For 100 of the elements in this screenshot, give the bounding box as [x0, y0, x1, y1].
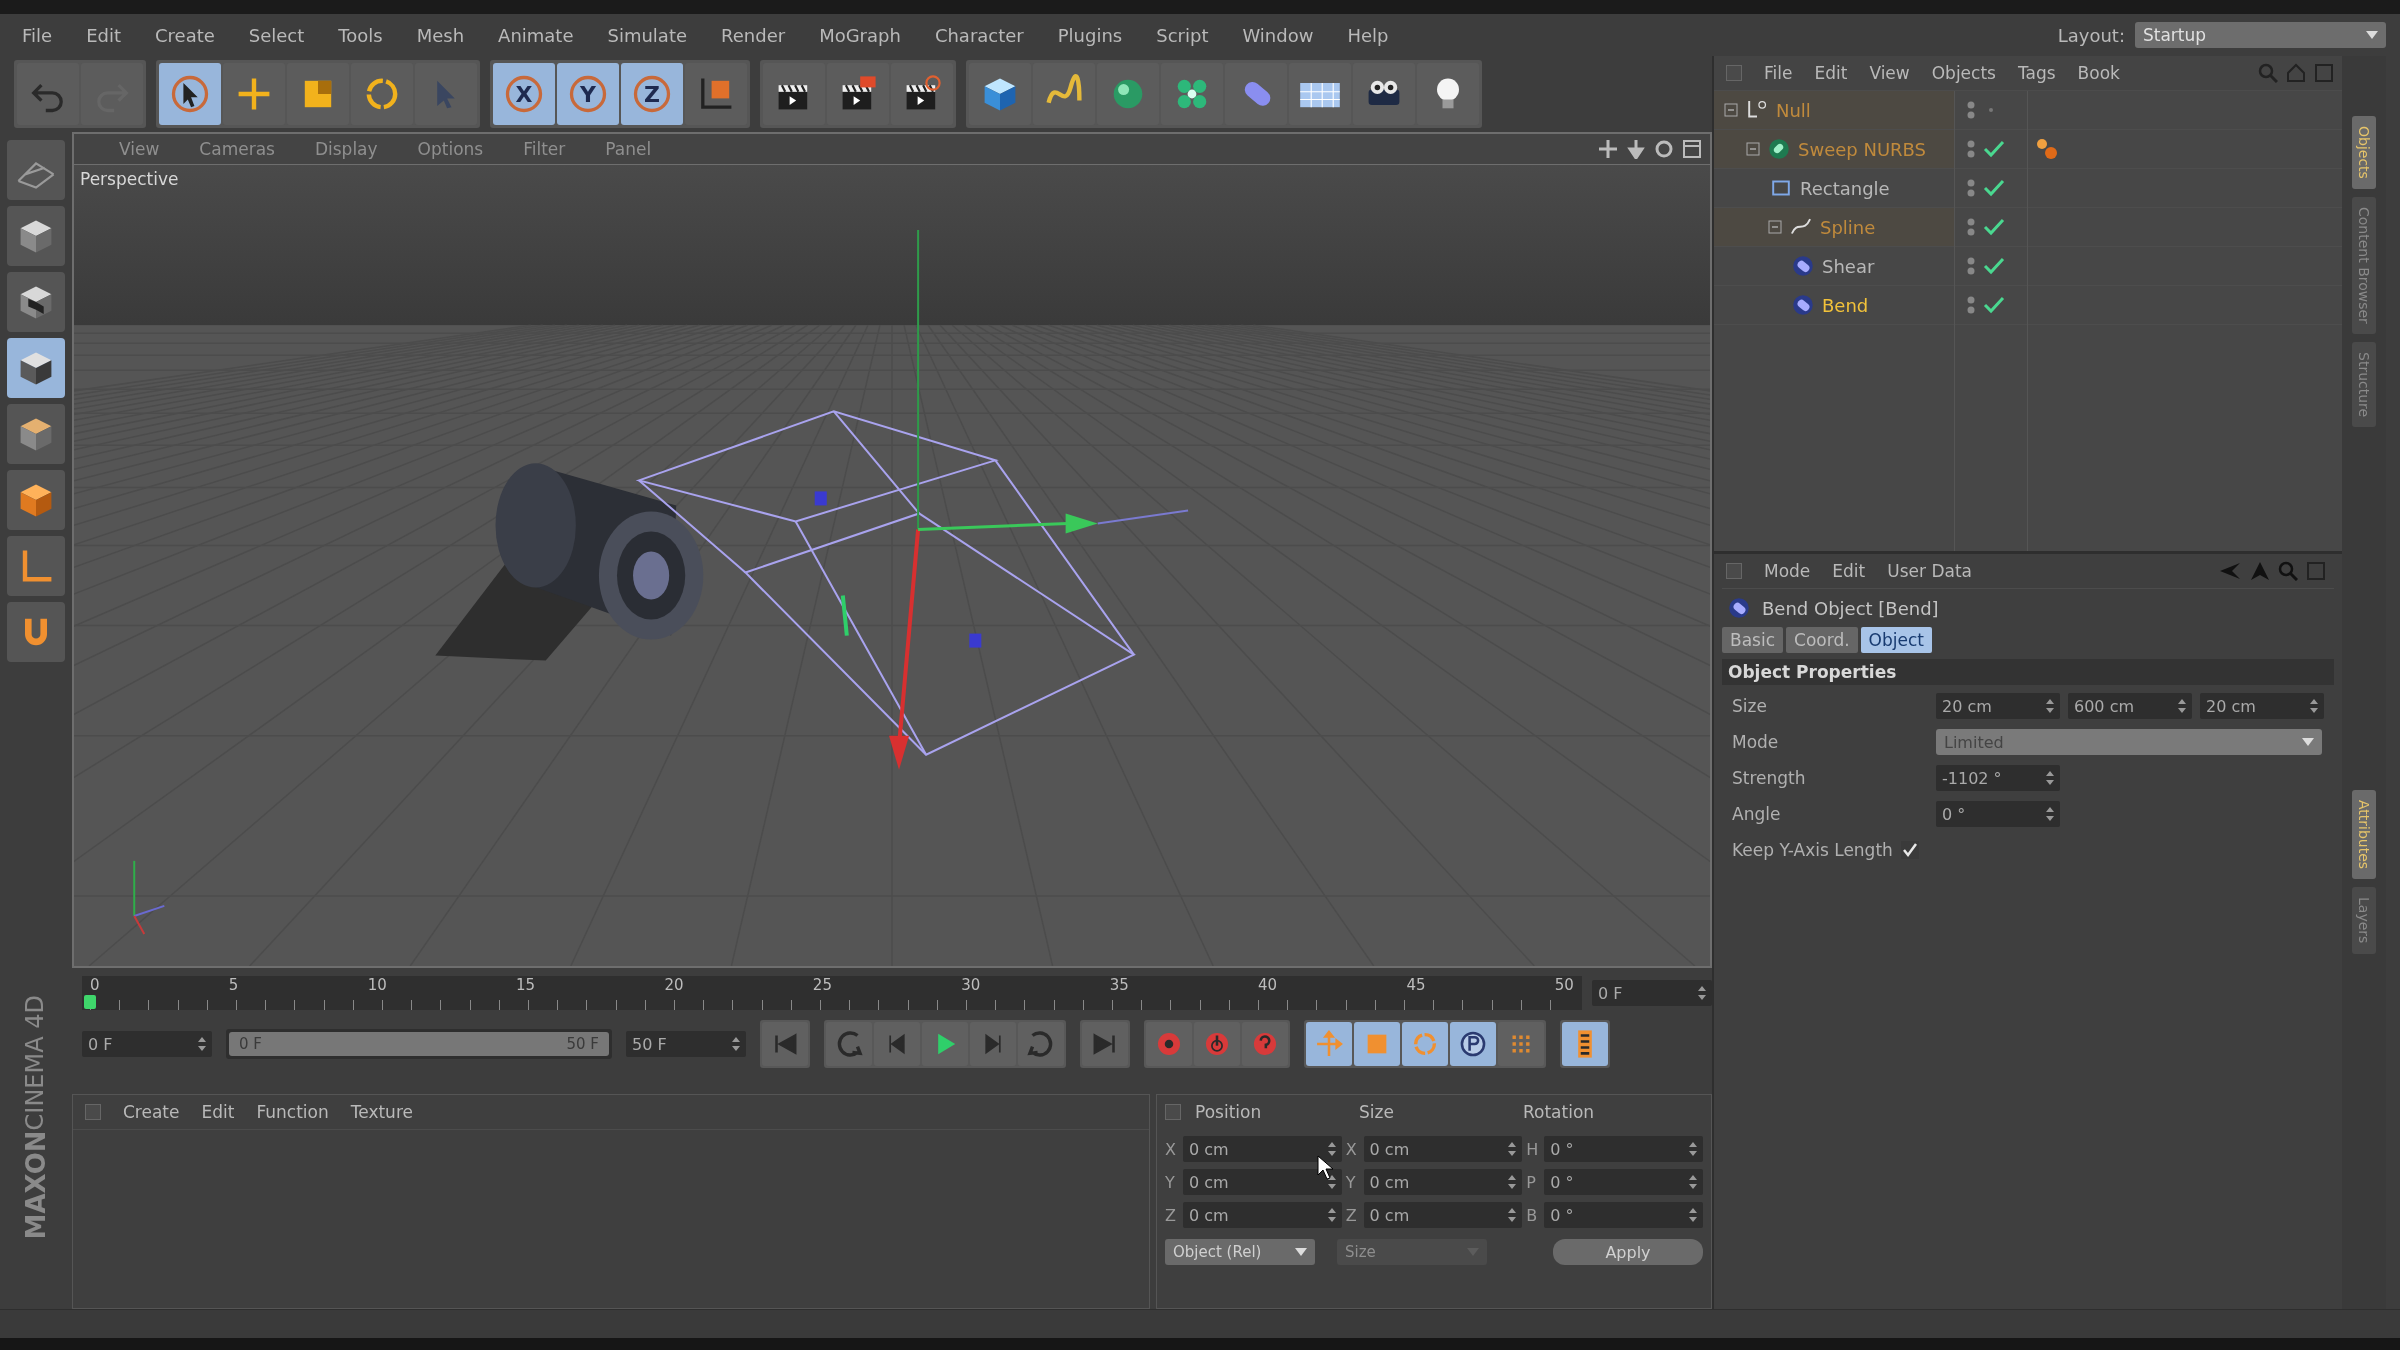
visibility-dots-icon [1965, 256, 1977, 276]
phong-tag-icon[interactable] [2034, 137, 2060, 161]
mode-button[interactable] [7, 338, 65, 398]
menu-item[interactable]: Edit [201, 1102, 235, 1122]
menu-item[interactable]: View [1869, 63, 1910, 83]
number-field[interactable]: 0 ° [1544, 1202, 1703, 1228]
collapse-icon[interactable] [1768, 220, 1782, 234]
timeline-ruler[interactable]: 0 5 10 15 20 25 30 35 40 45 50 [82, 976, 1582, 1010]
menu-item[interactable]: Function [256, 1102, 329, 1122]
menu-item[interactable]: Options [417, 139, 484, 159]
playback-button[interactable] [1450, 1022, 1496, 1066]
number-field[interactable]: 0 cm [1182, 1169, 1342, 1195]
number-field[interactable]: 0 F [82, 1031, 212, 1057]
playback-button[interactable] [1194, 1022, 1240, 1066]
tick-label: 15 [516, 976, 536, 994]
check-icon[interactable] [1983, 139, 2005, 159]
number-field[interactable]: -1102 ° [1936, 765, 2060, 791]
number-field[interactable]: 0 cm [1363, 1136, 1523, 1162]
number-field[interactable]: 50 F [626, 1031, 746, 1057]
layout-dropdown[interactable]: Startup [2135, 22, 2386, 48]
number-field[interactable]: 0 cm [1363, 1169, 1523, 1195]
nurbs-icon [1766, 136, 1792, 162]
tool-button[interactable] [159, 63, 221, 125]
playback-button[interactable] [922, 1022, 968, 1066]
menu-item[interactable]: Edit [1814, 63, 1848, 83]
check-icon[interactable] [1983, 217, 2005, 237]
panel-handle[interactable] [1726, 65, 1742, 81]
number-field[interactable]: 20 cm [1936, 693, 2060, 719]
menu-item[interactable]: Create [155, 24, 215, 46]
apply-button[interactable]: Apply [1553, 1239, 1703, 1265]
number-field[interactable]: 0 F [1592, 980, 1712, 1006]
tab[interactable]: Basic [1722, 627, 1783, 653]
menu-item[interactable]: Panel [605, 139, 652, 159]
number-field[interactable]: 0 cm [1182, 1202, 1342, 1228]
menu-item[interactable]: Render [721, 24, 786, 46]
tool-button[interactable]: X [493, 63, 555, 125]
menu-item[interactable]: Tools [338, 24, 383, 46]
menu-item[interactable]: Edit [1832, 561, 1866, 581]
playback-button[interactable] [1146, 1022, 1192, 1066]
number-field[interactable]: 600 cm [2068, 693, 2192, 719]
tree-row[interactable]: Spline [1714, 208, 1954, 247]
number-field[interactable]: 0 ° [1544, 1169, 1703, 1195]
menu-item[interactable]: Plugins [1057, 24, 1123, 46]
menu-item[interactable]: Display [314, 139, 378, 159]
tab[interactable]: Object [1860, 627, 1932, 653]
side-tab[interactable]: Objects [2352, 116, 2376, 189]
stepper-icon [1508, 1175, 1517, 1189]
menu-item[interactable]: Simulate [607, 24, 688, 46]
menu-item[interactable]: Character [934, 24, 1024, 46]
menu-item[interactable]: Script [1156, 24, 1209, 46]
side-tab[interactable]: Attributes [2352, 790, 2376, 880]
menu-item[interactable]: User Data [1887, 561, 1972, 581]
tool-button[interactable] [763, 63, 825, 125]
menu-item[interactable]: File [1764, 63, 1793, 83]
tool-button[interactable] [827, 63, 889, 125]
menu-item[interactable]: Cameras [199, 139, 275, 159]
tool-button[interactable] [1417, 63, 1479, 125]
menu-item[interactable]: MoGraph [819, 24, 901, 46]
number-field[interactable]: 0 cm [1363, 1202, 1523, 1228]
tree-row[interactable]: Null [1714, 91, 1954, 130]
panel-handle[interactable] [85, 1104, 101, 1120]
collapse-icon[interactable] [1746, 142, 1760, 156]
menu-item[interactable]: Texture [350, 1102, 413, 1122]
tab[interactable]: Coord. [1786, 627, 1858, 653]
check-icon[interactable] [1983, 256, 2005, 276]
menu-item[interactable]: Filter [523, 139, 566, 159]
tree-row[interactable]: Shear [1714, 247, 1954, 286]
checkbox[interactable] [1900, 841, 1919, 859]
menu-item[interactable]: Animate [498, 24, 574, 46]
tool-button[interactable]: Z [621, 63, 683, 125]
tree-row[interactable]: Sweep NURBS [1714, 130, 1954, 169]
menu-item[interactable]: View [119, 139, 160, 159]
menu-item[interactable]: Mode [1764, 561, 1811, 581]
menu-item[interactable]: Book [2077, 63, 2120, 83]
menu-item[interactable]: Edit [86, 24, 121, 46]
collapse-icon[interactable] [1724, 103, 1738, 117]
panel-handle[interactable] [1165, 1104, 1181, 1120]
menu-item[interactable]: Create [123, 1102, 180, 1122]
number-field[interactable]: 0 ° [1544, 1136, 1703, 1162]
number-field[interactable]: 0 cm [1182, 1136, 1342, 1162]
tool-button[interactable] [891, 63, 953, 125]
menu-item[interactable]: Help [1347, 24, 1389, 46]
menu-item[interactable]: Select [248, 24, 305, 46]
check-icon[interactable] [1983, 178, 2005, 198]
number-field[interactable]: 20 cm [2200, 693, 2324, 719]
check-icon[interactable] [1983, 295, 2005, 315]
menu-item[interactable]: Window [1242, 24, 1314, 46]
menu-item[interactable]: File [22, 24, 53, 46]
mode-button[interactable] [7, 272, 65, 332]
tool-button[interactable] [1353, 63, 1415, 125]
menu-item[interactable]: Objects [1931, 63, 1996, 83]
mode-button[interactable] [7, 206, 65, 266]
number-field[interactable]: 0 ° [1936, 801, 2060, 827]
playhead[interactable] [84, 995, 96, 1009]
menu-item[interactable]: Tags [2017, 63, 2056, 83]
coordinate-mode-dropdown[interactable]: Object (Rel) [1165, 1239, 1315, 1265]
tool-button[interactable]: Y [557, 63, 619, 125]
menu-item[interactable]: Mesh [416, 24, 465, 46]
panel-handle[interactable] [1726, 563, 1742, 579]
tree-row[interactable]: Bend [1714, 286, 1954, 325]
